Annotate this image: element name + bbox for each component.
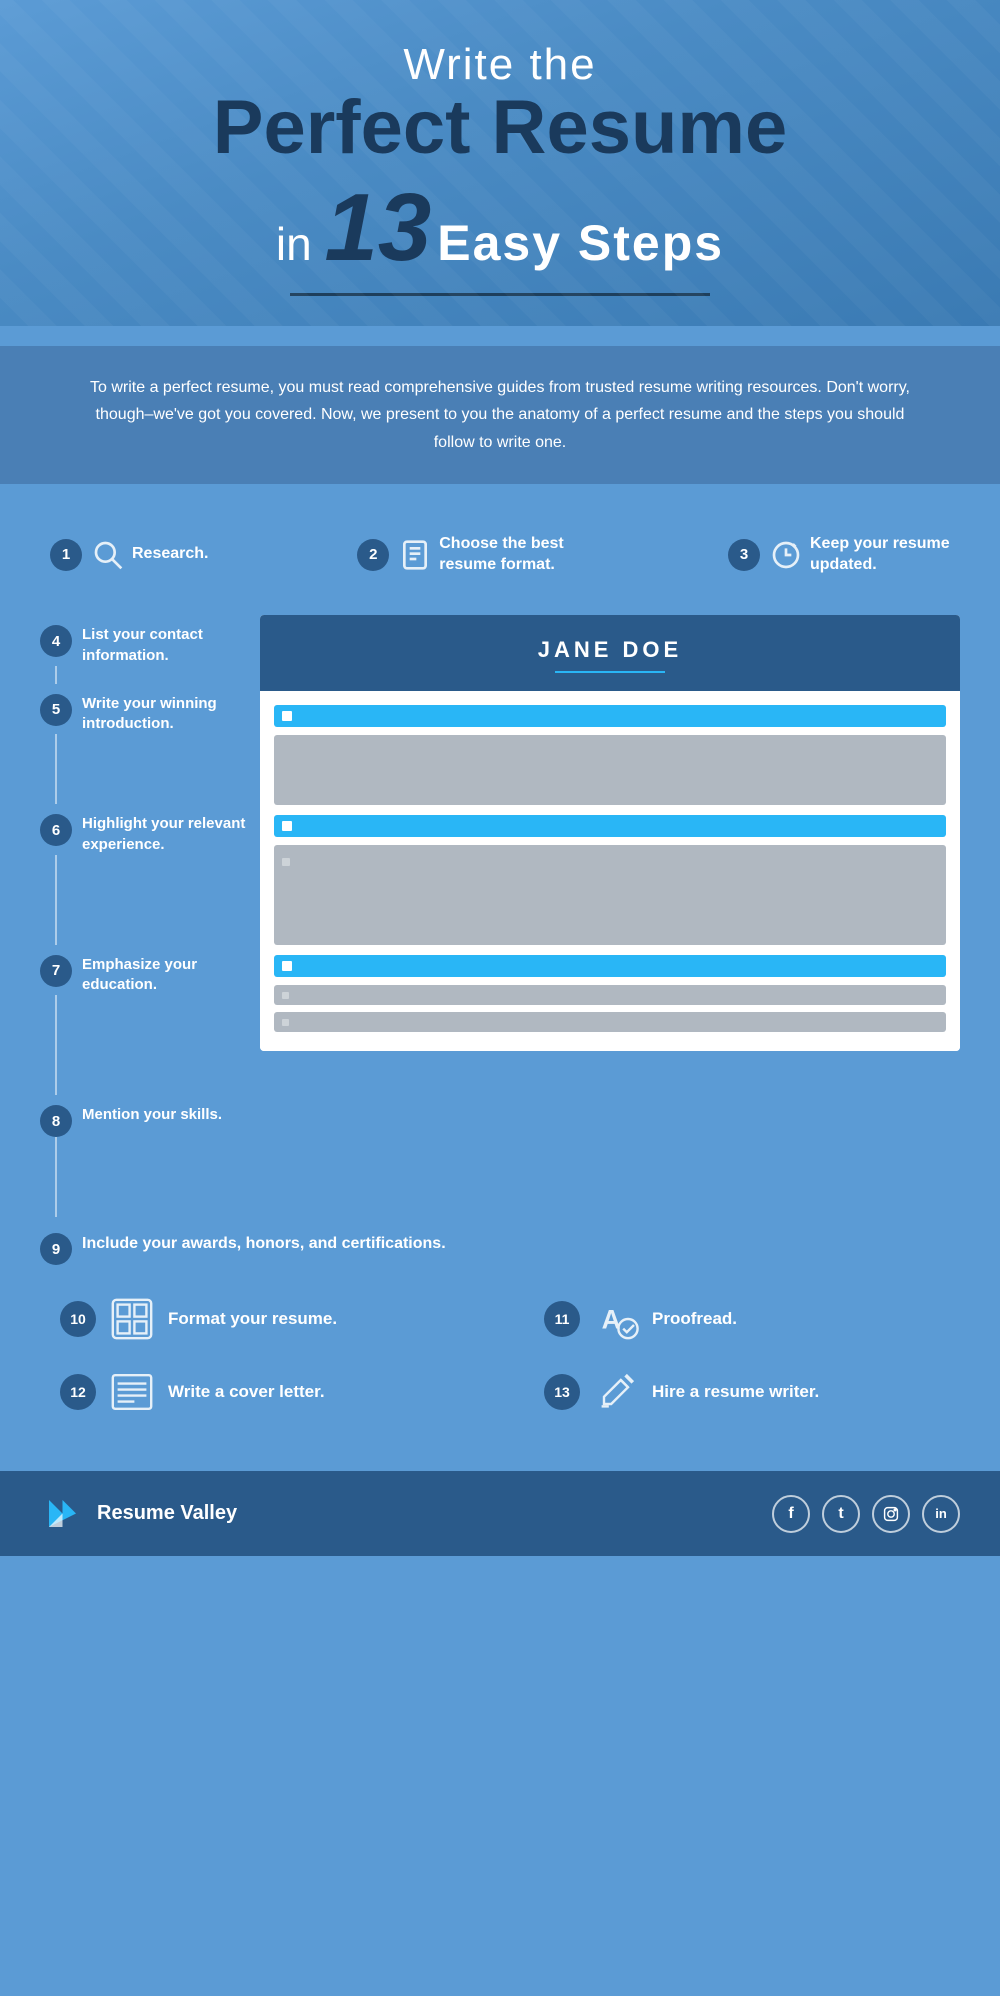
format-icon <box>108 1295 156 1343</box>
hire-writer-icon <box>592 1368 640 1416</box>
step-5-num: 5 <box>40 694 72 726</box>
connector-4 <box>55 666 260 684</box>
step-1-label: Research. <box>132 544 209 565</box>
step-13-label: Hire a resume writer. <box>652 1382 819 1402</box>
step-2-item: 2 Choose the best resume format. <box>357 534 579 576</box>
social-icons: f t in <box>772 1495 960 1533</box>
step-3-label: Keep your resume updated. <box>810 534 950 576</box>
step-7-label: Emphasize your education. <box>82 955 250 996</box>
twitter-icon[interactable]: t <box>822 1495 860 1533</box>
intro-text: To write a perfect resume, you must read… <box>80 374 920 456</box>
resume-section: 4 List your contact information. 5 Write… <box>40 615 960 1217</box>
resume-body <box>260 691 960 1051</box>
brand-logo <box>40 1491 85 1536</box>
step-8-num: 8 <box>40 1105 72 1137</box>
step-6-num: 6 <box>40 814 72 846</box>
resume-intro-text-block <box>274 735 946 805</box>
proofread-icon: A <box>592 1295 640 1343</box>
steps-10-11-row: 10 Format your resume. 11 A Proo <box>60 1295 940 1343</box>
step-10-num: 10 <box>60 1301 96 1337</box>
main-content: 1 Research. 2 Choose the best resume fo <box>0 484 1000 1472</box>
step-1-item: 1 Research. <box>50 539 209 571</box>
step-9-label: Include your awards, honors, and certifi… <box>82 1233 446 1255</box>
document-icon <box>399 539 431 571</box>
resume-name-underline <box>555 671 665 673</box>
header-write: Write the <box>60 40 940 90</box>
connector-6 <box>55 855 260 945</box>
step-2-num: 2 <box>357 539 389 571</box>
step-10-label: Format your resume. <box>168 1309 337 1329</box>
step-12-label: Write a cover letter. <box>168 1382 325 1402</box>
footer: Resume Valley f t in <box>0 1471 1000 1556</box>
top-steps-row: 1 Research. 2 Choose the best resume fo <box>40 514 960 596</box>
brand-name: Resume Valley <box>97 1502 237 1525</box>
header-divider <box>290 293 710 296</box>
step-11-label: Proofread. <box>652 1309 737 1329</box>
footer-brand: Resume Valley <box>40 1491 237 1536</box>
step-8-row: 8 Mention your skills. <box>40 1095 260 1137</box>
step-1-num: 1 <box>50 539 82 571</box>
bottom-steps: 10 Format your resume. 11 A Proo <box>40 1295 960 1416</box>
header-perfect: Perfect Resume <box>60 90 940 166</box>
step-2-label: Choose the best resume format. <box>439 534 579 576</box>
resume-skills-bar <box>274 955 946 977</box>
step-9-num: 9 <box>40 1233 72 1265</box>
connector-8 <box>55 1137 260 1217</box>
clock-icon <box>770 539 802 571</box>
header-13: 13 <box>324 174 431 281</box>
header-in: in <box>276 218 325 270</box>
step-12-item: 12 Write a cover letter. <box>60 1368 456 1416</box>
resume-name: JANE DOE <box>280 637 940 663</box>
step-3-num: 3 <box>728 539 760 571</box>
intro-box: To write a perfect resume, you must read… <box>0 346 1000 484</box>
cover-letter-icon <box>108 1368 156 1416</box>
step-6-row: 6 Highlight your relevant experience. <box>40 804 260 855</box>
resume-exp-bar <box>274 815 946 837</box>
connector-5 <box>55 734 260 804</box>
resume-intro-bar <box>274 705 946 727</box>
step-12-num: 12 <box>60 1374 96 1410</box>
step-11-item: 11 A Proofread. <box>544 1295 940 1343</box>
facebook-icon[interactable]: f <box>772 1495 810 1533</box>
step-13-item: 13 Hire a resume writer. <box>544 1368 940 1416</box>
step-5-label: Write your winning introduction. <box>82 694 250 735</box>
search-icon <box>92 539 124 571</box>
step-11-num: 11 <box>544 1301 580 1337</box>
steps-12-13-row: 12 Write a cover letter. 13 <box>60 1368 940 1416</box>
step-7-num: 7 <box>40 955 72 987</box>
step-4-num: 4 <box>40 625 72 657</box>
resume-skill-2 <box>274 1012 946 1032</box>
resume-mock: JANE DOE <box>260 615 960 1051</box>
resume-exp-block <box>274 845 946 945</box>
step-4-label: List your contact information. <box>82 625 250 666</box>
step-5-row: 5 Write your winning introduction. <box>40 684 260 735</box>
connector-7 <box>55 995 260 1095</box>
linkedin-icon[interactable]: in <box>922 1495 960 1533</box>
left-steps-col: 4 List your contact information. 5 Write… <box>40 615 260 1217</box>
step-9-row: 9 Include your awards, honors, and certi… <box>40 1217 960 1275</box>
step-13-num: 13 <box>544 1374 580 1410</box>
step-10-item: 10 Format your resume. <box>60 1295 456 1343</box>
step-7-row: 7 Emphasize your education. <box>40 945 260 996</box>
step-8-label: Mention your skills. <box>82 1105 222 1125</box>
step-3-item: 3 Keep your resume updated. <box>728 534 950 576</box>
step-4-row: 4 List your contact information. <box>40 615 260 666</box>
header-section: Write the Perfect Resume in 13Easy Steps <box>0 0 1000 326</box>
resume-skill-1 <box>274 985 946 1005</box>
resume-header: JANE DOE <box>260 615 960 691</box>
step-6-label: Highlight your relevant experience. <box>82 814 250 855</box>
header-easy: Easy Steps <box>437 215 724 271</box>
instagram-icon[interactable] <box>872 1495 910 1533</box>
